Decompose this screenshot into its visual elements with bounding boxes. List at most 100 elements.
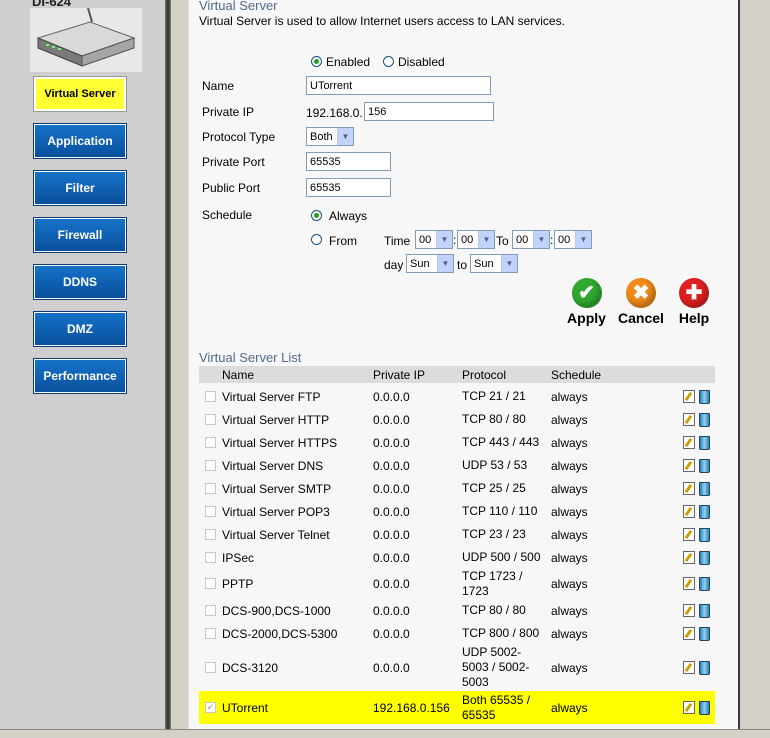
enabled-radio[interactable]: [311, 56, 322, 67]
nav-application-button[interactable]: Application: [33, 123, 127, 159]
edit-icon[interactable]: [683, 528, 695, 541]
row-protocol: TCP 80 / 80: [462, 412, 526, 426]
edit-icon[interactable]: [683, 436, 695, 449]
trash-icon[interactable]: [699, 528, 710, 542]
row-name: Virtual Server HTTPS: [222, 436, 338, 450]
day-to-label: to: [457, 258, 468, 272]
trash-icon[interactable]: [699, 604, 710, 618]
public-port-input[interactable]: [306, 178, 391, 197]
checkmark-icon: ✔: [571, 278, 602, 308]
row-checkbox[interactable]: [205, 483, 216, 494]
nav-ddns-button[interactable]: DDNS: [33, 264, 127, 300]
row-checkbox[interactable]: ✓: [205, 702, 216, 713]
row-checkbox[interactable]: [205, 506, 216, 517]
trash-icon[interactable]: [699, 701, 710, 715]
protocol-type-select[interactable]: Both ▼: [306, 127, 354, 146]
edit-icon[interactable]: [683, 413, 695, 426]
edit-icon[interactable]: [683, 505, 695, 518]
edit-icon[interactable]: [683, 701, 695, 714]
disabled-radio[interactable]: [383, 56, 394, 67]
time-to-min-select[interactable]: 00 ▼: [554, 230, 592, 249]
trash-icon[interactable]: [699, 413, 710, 427]
trash-icon[interactable]: [699, 627, 710, 641]
row-schedule: always: [551, 436, 588, 450]
trash-icon[interactable]: [699, 482, 710, 496]
row-schedule: always: [551, 661, 588, 675]
row-private-ip: 0.0.0.0: [373, 482, 410, 496]
row-protocol: TCP 21 / 21: [462, 389, 526, 403]
row-checkbox[interactable]: [205, 460, 216, 471]
private-ip-input[interactable]: [364, 102, 494, 121]
row-protocol: TCP 443 / 443: [462, 435, 540, 449]
main-panel: Virtual Server Virtual Server is used to…: [188, 0, 739, 737]
row-private-ip: 0.0.0.0: [373, 604, 410, 618]
time-from-hour-select[interactable]: 00 ▼: [415, 230, 453, 249]
row-name: Virtual Server Telnet: [222, 528, 330, 542]
row-checkbox[interactable]: [205, 662, 216, 673]
edit-icon[interactable]: [683, 661, 695, 674]
chevron-down-icon: ▼: [501, 255, 517, 272]
edit-icon[interactable]: [683, 390, 695, 403]
nav-filter-button[interactable]: Filter: [33, 170, 127, 206]
disabled-label: Disabled: [398, 55, 445, 69]
row-checkbox[interactable]: [205, 437, 216, 448]
row-schedule: always: [551, 505, 588, 519]
cancel-button[interactable]: ✖ Cancel: [616, 278, 666, 326]
row-schedule: always: [551, 390, 588, 404]
edit-icon[interactable]: [683, 577, 695, 590]
time-from-min-select[interactable]: 00 ▼: [457, 230, 495, 249]
trash-icon[interactable]: [699, 436, 710, 450]
row-checkbox[interactable]: [205, 529, 216, 540]
trash-icon[interactable]: [699, 551, 710, 565]
trash-icon[interactable]: [699, 459, 710, 473]
edit-icon[interactable]: [683, 604, 695, 617]
day-from-select[interactable]: Sun ▼: [406, 254, 454, 273]
private-port-input[interactable]: [306, 152, 391, 171]
row-checkbox[interactable]: [205, 414, 216, 425]
edit-icon[interactable]: [683, 459, 695, 472]
time-label: Time: [384, 234, 411, 248]
help-button[interactable]: ✚ Help: [674, 278, 714, 326]
schedule-from-radio[interactable]: [311, 234, 322, 245]
row-checkbox[interactable]: [205, 605, 216, 616]
row-schedule: always: [551, 701, 588, 715]
row-protocol: 5003: [462, 675, 489, 689]
edit-icon[interactable]: [683, 482, 695, 495]
row-schedule: always: [551, 551, 588, 565]
nav-virtual-server-button[interactable]: Virtual Server: [33, 76, 127, 112]
row-private-ip: 0.0.0.0: [373, 505, 410, 519]
schedule-always-label: Always: [329, 209, 368, 223]
table-row: Virtual Server FTP 0.0.0.0 TCP 21 / 21 alwa…: [199, 385, 715, 408]
trash-icon[interactable]: [699, 577, 710, 591]
page-title: Virtual Server: [199, 0, 278, 13]
row-checkbox[interactable]: [205, 628, 216, 639]
row-protocol: UDP 53 / 53: [462, 458, 528, 472]
vs-list-title: Virtual Server List: [199, 350, 302, 365]
schedule-always-radio[interactable]: [311, 210, 322, 221]
row-checkbox[interactable]: [205, 552, 216, 563]
edit-icon[interactable]: [683, 627, 695, 640]
edit-icon[interactable]: [683, 551, 695, 564]
nav-firewall-button[interactable]: Firewall: [33, 217, 127, 253]
day-to-value: Sun: [474, 257, 494, 270]
row-protocol: TCP 800 / 800: [462, 626, 540, 640]
row-checkbox[interactable]: [205, 578, 216, 589]
nav-dmz-button[interactable]: DMZ: [33, 311, 127, 347]
trash-icon[interactable]: [699, 661, 710, 675]
row-name: Virtual Server SMTP: [222, 482, 332, 496]
col-name-header: Name: [222, 368, 255, 382]
table-row: Virtual Server HTTP 0.0.0.0 TCP 80 / 80 alw…: [199, 408, 715, 431]
trash-icon[interactable]: [699, 505, 710, 519]
row-checkbox[interactable]: [205, 391, 216, 402]
row-name: DCS-900,DCS-1000: [222, 604, 331, 618]
chevron-down-icon: ▼: [575, 231, 591, 248]
apply-button[interactable]: ✔ Apply: [564, 278, 609, 326]
day-to-select[interactable]: Sun ▼: [470, 254, 518, 273]
time-to-hour-select[interactable]: 00 ▼: [512, 230, 550, 249]
sidebar: DI-624 Virtual Server Application Filter Fi…: [0, 0, 165, 737]
name-input[interactable]: [306, 76, 491, 95]
trash-icon[interactable]: [699, 390, 710, 404]
chevron-down-icon: ▼: [478, 231, 494, 248]
table-row: ✓ UTorrent 192.168.0.156 Both 65535 /65535 a…: [199, 691, 715, 724]
nav-performance-button[interactable]: Performance: [33, 358, 127, 394]
